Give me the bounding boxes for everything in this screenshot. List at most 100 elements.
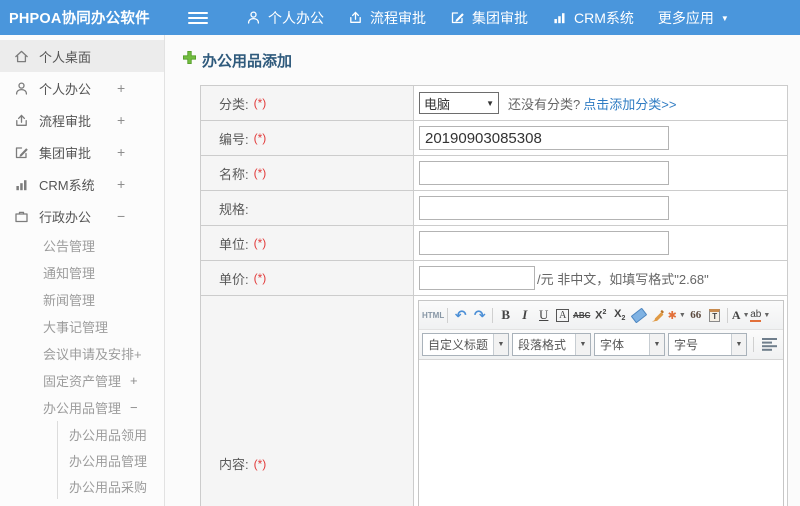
collapse-toggle[interactable]: − [130,400,138,415]
editor-toolbar-row1: HTML ↶ ↷ B I U A ABC X2 X2 ✱ ▼ 66 T A ▼ … [419,301,783,330]
code-input[interactable] [419,126,669,150]
bold-button[interactable]: B [496,305,515,325]
sidebar: 个人桌面 个人办公 + 流程审批 + 集团审批 + CRM系统 + 行政办公 −… [0,35,165,506]
add-plus-icon [183,51,196,69]
undo-icon[interactable]: ↶ [451,305,470,325]
underline-button[interactable]: U [534,305,553,325]
category-hint: 还没有分类? [508,96,581,112]
format-eraser-icon[interactable] [629,305,648,325]
topnav-label: 集团审批 [472,9,528,26]
caret-down-icon: ▼ [575,334,590,355]
sidebar-item-group-approval[interactable]: 集团审批 + [0,136,164,168]
top-nav: 个人办公 流程审批 集团审批 CRM系统 更多应用 ▼ [246,8,729,28]
expand-toggle[interactable]: + [117,176,125,192]
field-label: 名称: (*) [201,156,414,190]
strikethrough-button[interactable]: ABC [572,305,591,325]
form-row-spec: 规格: [201,190,787,225]
required-mark: (*) [253,236,267,250]
sidebar-item-label: 大事记管理 [43,320,109,335]
add-category-link[interactable]: 点击添加分类>> [583,94,676,113]
field-label: 编号: (*) [201,121,414,155]
align-left-icon[interactable] [760,335,779,355]
italic-button[interactable]: I [515,305,534,325]
superscript-button[interactable]: X2 [591,305,610,325]
expand-toggle[interactable]: + [117,144,125,160]
unit-input[interactable] [419,231,669,255]
subscript-button[interactable]: X2 [610,305,629,325]
sidebar-item-crm[interactable]: CRM系统 + [0,168,164,200]
form-row-content: 内容: (*) HTML ↶ ↷ B I U A ABC X2 X2 ✱ ▼ 6… [201,295,787,506]
topnav-crm[interactable]: CRM系统 [552,8,634,28]
sidebar-item-supplies-management[interactable]: 办公用品管理 [57,447,164,473]
app-logo: PHPOA协同办公软件 [9,11,150,27]
field-label: 单价: (*) [201,261,414,295]
redo-icon[interactable]: ↷ [470,305,489,325]
expand-toggle[interactable]: + [117,112,125,128]
collapse-toggle[interactable]: − [117,208,125,224]
rich-text-editor: HTML ↶ ↷ B I U A ABC X2 X2 ✱ ▼ 66 T A ▼ … [418,300,784,506]
custom-title-dropdown[interactable]: 自定义标题 ▼ [422,333,509,356]
font-color-button[interactable]: A ▼ [731,305,750,325]
top-bar: PHPOA协同办公软件 个人办公 流程审批 集团审批 CRM系统 更多应用 ▼ [0,0,800,35]
sidebar-item-fixed-assets-mgmt[interactable]: 固定资产管理 + [0,367,164,394]
sidebar-item-office-supplies-mgmt[interactable]: 办公用品管理 − [0,394,164,421]
sidebar-item-memorabilia-mgmt[interactable]: 大事记管理 [0,313,164,340]
form-row-category: 分类: (*) 电脑 ▼ 还没有分类? 点击添加分类>> [201,86,787,120]
font-family-dropdown[interactable]: 字体 ▼ [594,333,665,356]
required-mark: (*) [253,166,267,180]
required-mark: (*) [253,456,267,471]
auto-typeset-button[interactable]: ✱ ▼ [667,305,686,325]
bar-chart-icon [14,177,29,192]
name-input[interactable] [419,161,669,185]
sidebar-item-desktop[interactable]: 个人桌面 [0,40,164,72]
sidebar-item-meeting-mgmt[interactable]: 会议申请及安排+ [0,340,164,367]
font-border-button[interactable]: A [553,305,572,325]
price-input[interactable] [419,266,535,290]
sidebar-item-label: 新闻管理 [43,293,96,308]
blockquote-button[interactable]: 66 [686,305,705,325]
topnav-more-apps[interactable]: 更多应用 ▼ [658,8,729,28]
format-brush-icon[interactable] [648,305,667,325]
sidebar-item-workflow-approval[interactable]: 流程审批 + [0,104,164,136]
sidebar-item-personal-office[interactable]: 个人办公 + [0,72,164,104]
category-select[interactable]: 电脑 ▼ [419,92,499,114]
expand-toggle[interactable]: + [117,80,125,96]
sidebar-item-news-mgmt[interactable]: 新闻管理 [0,286,164,313]
sidebar-item-label: 集团审批 [39,145,92,161]
spec-input[interactable] [419,196,669,220]
caret-down-icon: ▼ [493,334,508,355]
home-icon [14,49,29,64]
page-title-text: 办公用品添加 [202,52,293,70]
caret-down-icon: ▼ [763,311,771,319]
briefcase-icon [14,209,29,224]
sidebar-item-label: 个人桌面 [39,49,92,65]
user-icon [14,81,29,96]
paste-button[interactable]: T [705,305,724,325]
supplies-add-form: 分类: (*) 电脑 ▼ 还没有分类? 点击添加分类>> 编号: (*) 201… [200,85,788,506]
required-mark: (*) [253,271,267,285]
background-color-button[interactable]: ab ▼ [750,305,770,325]
sidebar-item-supplies-requisition[interactable]: 办公用品领用 [57,421,164,447]
topnav-personal-office[interactable]: 个人办公 [246,8,324,28]
caret-down-icon: ▼ [720,13,729,23]
font-size-dropdown[interactable]: 字号 ▼ [668,333,747,356]
sidebar-item-label: 会议申请及安排+ [43,347,142,362]
form-row-unit: 单位: (*) [201,225,787,260]
editor-content-area[interactable] [419,360,783,506]
html-source-button[interactable]: HTML [422,305,444,325]
sidebar-item-label: 办公用品管理 [69,453,148,469]
field-label: 内容: (*) [201,296,414,506]
sidebar-item-notice-mgmt[interactable]: 通知管理 [0,259,164,286]
sidebar-item-supplies-purchase[interactable]: 办公用品采购 [57,473,164,499]
expand-toggle[interactable]: + [130,373,138,388]
topnav-workflow-approval[interactable]: 流程审批 [348,8,426,28]
sidebar-item-admin-office[interactable]: 行政办公 − [0,200,164,232]
align-center-icon[interactable] [782,335,783,355]
sidebar-item-label: 办公用品采购 [69,479,148,495]
hamburger-menu-icon[interactable] [188,9,208,27]
sidebar-item-announcement-mgmt[interactable]: 公告管理 [0,232,164,259]
paragraph-format-dropdown[interactable]: 段落格式 ▼ [512,333,591,356]
topnav-label: CRM系统 [574,9,634,26]
topnav-group-approval[interactable]: 集团审批 [450,8,528,28]
price-suffix: /元 非中文，如填写格式"2.68" [537,271,709,287]
